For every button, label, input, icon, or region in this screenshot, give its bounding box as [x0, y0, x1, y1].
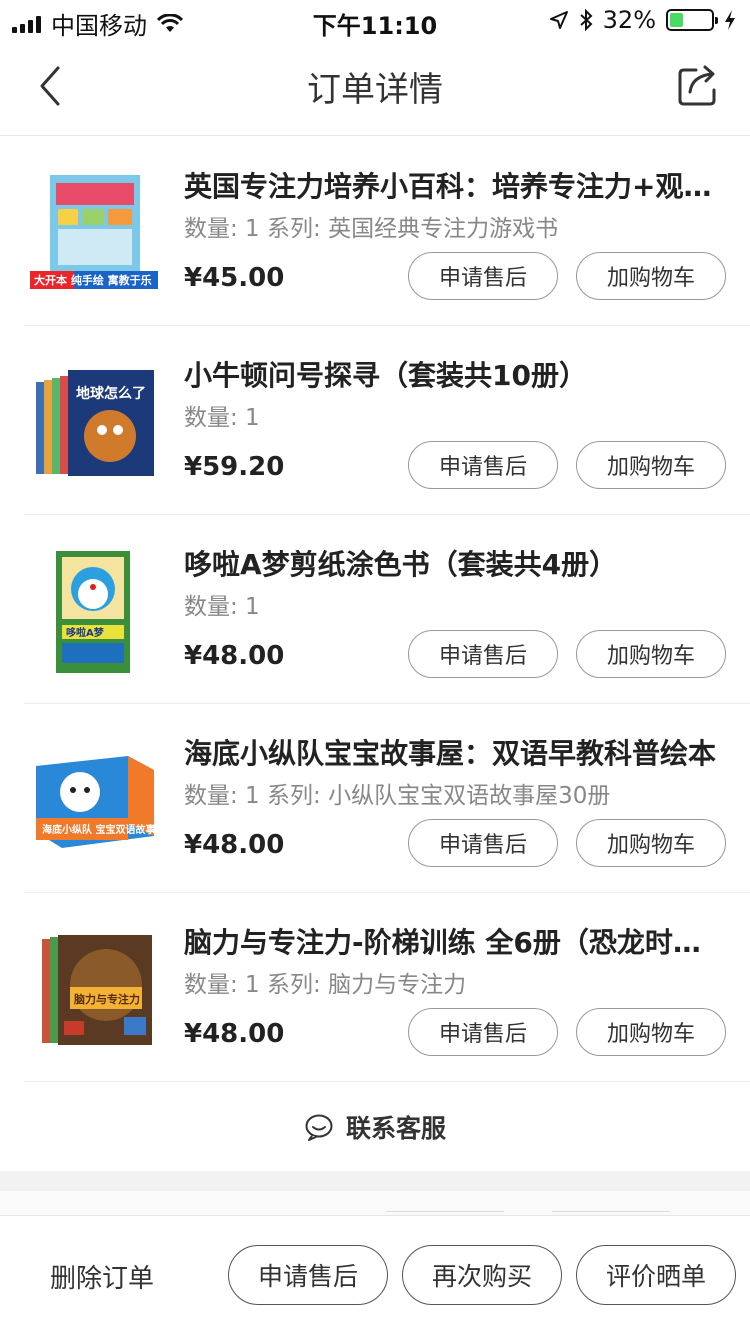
page-title: 订单详情: [307, 70, 443, 110]
location-icon: [549, 11, 568, 29]
apply-aftersale-button[interactable]: 申请售后: [408, 630, 558, 678]
cover-text: 地球怎么了: [76, 385, 146, 402]
product-price: ¥48.00: [184, 830, 285, 860]
order-item[interactable]: 地球怎么了 小牛顿问号探寻（套装共10册） 数量: 1 ¥59.20 申请售后 …: [24, 326, 750, 515]
charging-icon: [725, 10, 735, 30]
apply-aftersale-button[interactable]: 申请售后: [408, 252, 558, 300]
delete-order-button[interactable]: 删除订单: [50, 1258, 154, 1295]
share-icon[interactable]: [674, 62, 722, 110]
product-title[interactable]: 哆啦A梦剪纸涂色书（套装共4册）: [184, 543, 724, 583]
add-to-cart-button[interactable]: 加购物车: [576, 819, 726, 867]
apply-aftersale-button[interactable]: 申请售后: [408, 441, 558, 489]
product-title[interactable]: 脑力与专注力-阶梯训练 全6册（恐龙时代）: [184, 921, 724, 961]
product-meta: 数量: 1 系列: 脑力与专注力: [184, 972, 467, 998]
nav-bar: 订单详情: [0, 40, 750, 136]
product-thumbnail[interactable]: 海底小纵队 宝宝双语故事屋: [28, 736, 160, 866]
order-item-list: 大开本 纯手绘 寓教于乐 英国专注力培养小百科：培养专注力+观察力+记忆力 数量…: [0, 137, 750, 1082]
cover-text: 大开本 纯手绘 寓教于乐: [34, 273, 152, 287]
product-meta: 数量: 1: [184, 594, 260, 620]
product-meta: 数量: 1: [184, 405, 260, 431]
status-right: 32%: [549, 6, 736, 34]
contact-service-label: 联系客服: [345, 1114, 446, 1143]
contact-service-button[interactable]: 联系客服: [0, 1083, 750, 1171]
add-to-cart-button[interactable]: 加购物车: [576, 441, 726, 489]
chat-bubble-icon: [305, 1114, 333, 1141]
review-button[interactable]: 评价晒单: [576, 1245, 736, 1305]
product-price: ¥48.00: [184, 641, 285, 671]
apply-aftersale-button[interactable]: 申请售后: [408, 1008, 558, 1056]
add-to-cart-button[interactable]: 加购物车: [576, 252, 726, 300]
status-bar: 中国移动 下午11:10 32%: [0, 0, 750, 40]
order-item[interactable]: 哆啦A梦 哆啦A梦剪纸涂色书（套装共4册） 数量: 1 ¥48.00 申请售后 …: [24, 515, 750, 704]
product-thumbnail[interactable]: 地球怎么了: [28, 358, 160, 488]
order-item[interactable]: 海底小纵队 宝宝双语故事屋 海底小纵队宝宝故事屋：双语早教科普绘本 数量: 1 …: [24, 704, 750, 893]
buy-again-button[interactable]: 再次购买: [402, 1245, 562, 1305]
product-thumbnail[interactable]: 大开本 纯手绘 寓教于乐: [28, 169, 160, 299]
product-title[interactable]: 小牛顿问号探寻（套装共10册）: [184, 354, 724, 394]
battery-percent: 32%: [602, 6, 656, 34]
product-price: ¥59.20: [184, 452, 285, 482]
order-item[interactable]: 脑力与专注力 脑力与专注力-阶梯训练 全6册（恐龙时代） 数量: 1 系列: 脑…: [24, 893, 750, 1082]
cover-text: 海底小纵队 宝宝双语故事屋: [42, 823, 160, 836]
cover-text: 哆啦A梦: [66, 626, 105, 639]
product-title[interactable]: 英国专注力培养小百科：培养专注力+观察力+记忆力: [184, 165, 724, 205]
product-thumbnail[interactable]: 哆啦A梦: [28, 547, 160, 677]
product-meta: 数量: 1 系列: 英国经典专注力游戏书: [184, 216, 559, 242]
bottom-action-bar: 删除订单 申请售后 再次购买 评价晒单: [0, 1215, 750, 1334]
product-title[interactable]: 海底小纵队宝宝故事屋：双语早教科普绘本: [184, 732, 724, 772]
section-divider: [0, 1171, 750, 1191]
product-meta: 数量: 1 系列: 小纵队宝宝双语故事屋30册: [184, 783, 611, 809]
product-price: ¥45.00: [184, 263, 285, 293]
apply-aftersale-button[interactable]: 申请售后: [408, 819, 558, 867]
product-price: ¥48.00: [184, 1019, 285, 1049]
add-to-cart-button[interactable]: 加购物车: [576, 1008, 726, 1056]
bluetooth-icon: [579, 9, 593, 31]
apply-aftersale-button[interactable]: 申请售后: [228, 1245, 388, 1305]
battery-icon: [666, 9, 718, 31]
product-thumbnail[interactable]: 脑力与专注力: [28, 925, 160, 1055]
add-to-cart-button[interactable]: 加购物车: [576, 630, 726, 678]
cover-text: 脑力与专注力: [74, 992, 140, 1006]
next-section-peek: [0, 1191, 750, 1215]
order-item[interactable]: 大开本 纯手绘 寓教于乐 英国专注力培养小百科：培养专注力+观察力+记忆力 数量…: [24, 137, 750, 326]
